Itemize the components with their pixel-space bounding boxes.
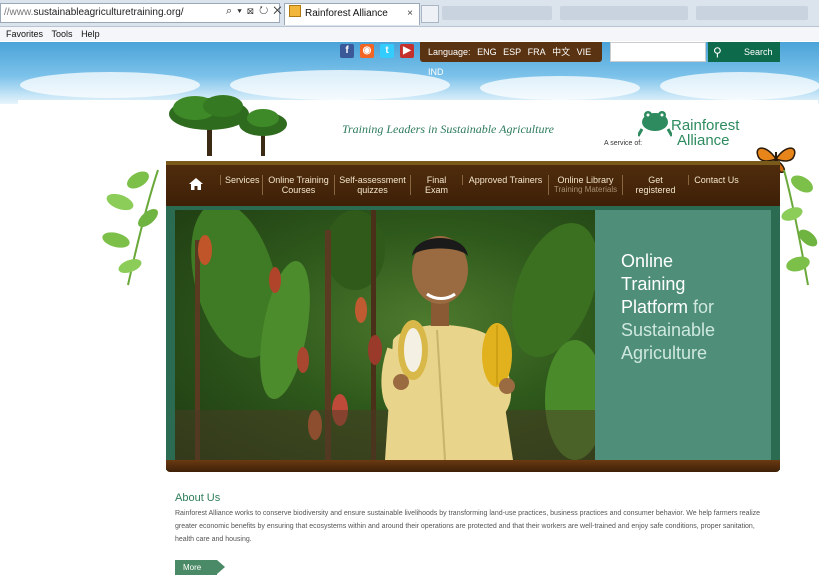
nav-label: Final Exam (424, 175, 448, 195)
language-label: Language: (428, 47, 471, 57)
left-leaves-icon (102, 169, 159, 286)
lang-fra[interactable]: FRA (528, 47, 546, 57)
brand-line2: Alliance (677, 132, 730, 149)
right-leaves-icon (781, 169, 818, 286)
hero-line: Sustainable (621, 320, 716, 340)
lang-chinese[interactable]: 中文 (552, 47, 570, 57)
nav-label: Services (225, 175, 260, 185)
hero-bottom-bar (166, 460, 780, 472)
search-button-label: Search (744, 47, 773, 57)
hero-line: for (688, 297, 715, 317)
nav-self-assessment-quizzes[interactable]: Self-assessment quizzes (334, 175, 410, 195)
site-tagline: Training Leaders in Sustainable Agricult… (342, 122, 555, 136)
background-tab[interactable] (696, 6, 808, 20)
service-of-label: A service of: (604, 140, 643, 147)
youtube-icon[interactable]: ▶ (400, 44, 414, 58)
about-us-text: Rainforest Alliance works to conserve bi… (175, 510, 761, 543)
more-button[interactable]: More (175, 560, 225, 575)
facebook-icon[interactable]: f (340, 44, 354, 58)
tab-rainforest-alliance[interactable]: Rainforest Alliance × (284, 3, 420, 25)
hero-line: Agriculture (621, 343, 708, 363)
lang-eng[interactable]: ENG (477, 47, 497, 57)
background-tab[interactable] (560, 6, 688, 20)
nav-online-training-courses[interactable]: Online Training Courses (262, 175, 334, 195)
hero-line: Online (621, 251, 674, 271)
nav-label: Online Library (557, 175, 614, 185)
nav-final-exam[interactable]: Final Exam (410, 175, 462, 195)
nav-approved-trainers[interactable]: Approved Trainers (462, 175, 548, 185)
frog-logo-icon[interactable] (638, 107, 672, 137)
language-bar: Language: ENG ESP FRA 中文 VIE IND (420, 42, 602, 77)
hero-headline: Online Training Platform for Sustainable… (621, 250, 715, 365)
nav-get-registered[interactable]: Get registered (622, 175, 688, 195)
rainforest-alliance-logo[interactable]: Rainforest Alliance (671, 118, 739, 148)
brand-line1: Rainforest (671, 117, 740, 134)
rss-icon[interactable]: ◉ (360, 44, 374, 58)
browser-toolbar: //www.sustainableagriculturetraining.org… (0, 0, 819, 27)
nav-label: Approved Trainers (468, 175, 543, 185)
url-prefix: //www. (4, 7, 34, 18)
menu-favorites[interactable]: Favorites (6, 27, 43, 41)
nav-contact-us[interactable]: Contact Us (688, 175, 744, 185)
about-us-heading: About Us (175, 492, 221, 504)
trees-logo-icon (169, 95, 287, 156)
nav-label: Contact Us (694, 175, 739, 185)
hero-line: Platform (621, 297, 689, 317)
tab-title: Rainforest Alliance (305, 8, 388, 19)
new-tab-button[interactable] (421, 5, 439, 23)
nav-label: Online Training Courses (268, 175, 329, 195)
lang-vie[interactable]: VIE (577, 47, 592, 57)
tab-close-icon[interactable]: × (407, 4, 413, 24)
nav-label: Get registered (635, 175, 676, 195)
search-button[interactable]: ⚲ Search (708, 42, 780, 62)
favicon-icon (289, 5, 301, 17)
main-navigation: Services Online Training Courses Self-as… (166, 161, 780, 207)
menu-tools[interactable]: Tools (52, 27, 73, 41)
url-text: sustainableagriculturetraining.org/ (33, 7, 184, 18)
hero-line: Training (621, 274, 686, 294)
lang-ind[interactable]: IND (428, 67, 444, 77)
search-icon: ⚲ (713, 45, 722, 59)
farmer-illustration (175, 210, 595, 460)
search-input[interactable] (610, 42, 706, 62)
nav-services[interactable]: Services (220, 175, 262, 185)
lang-esp[interactable]: ESP (503, 47, 521, 57)
menu-help[interactable]: Help (81, 27, 100, 41)
nav-label: Self-assessment quizzes (339, 175, 406, 195)
home-icon[interactable] (188, 177, 204, 191)
nav-online-library[interactable]: Online Library Training Materials (548, 175, 622, 195)
address-controls[interactable]: ⌕ ▾ ⊠ ↻ ✕ (226, 5, 283, 18)
twitter-icon[interactable]: t (380, 44, 394, 58)
browser-menu-bar: Favorites Tools Help (0, 27, 819, 41)
nav-sublabel: Training Materials (553, 185, 618, 194)
hero-photo-farmer-cacao (175, 210, 595, 460)
background-tab[interactable] (442, 6, 552, 20)
